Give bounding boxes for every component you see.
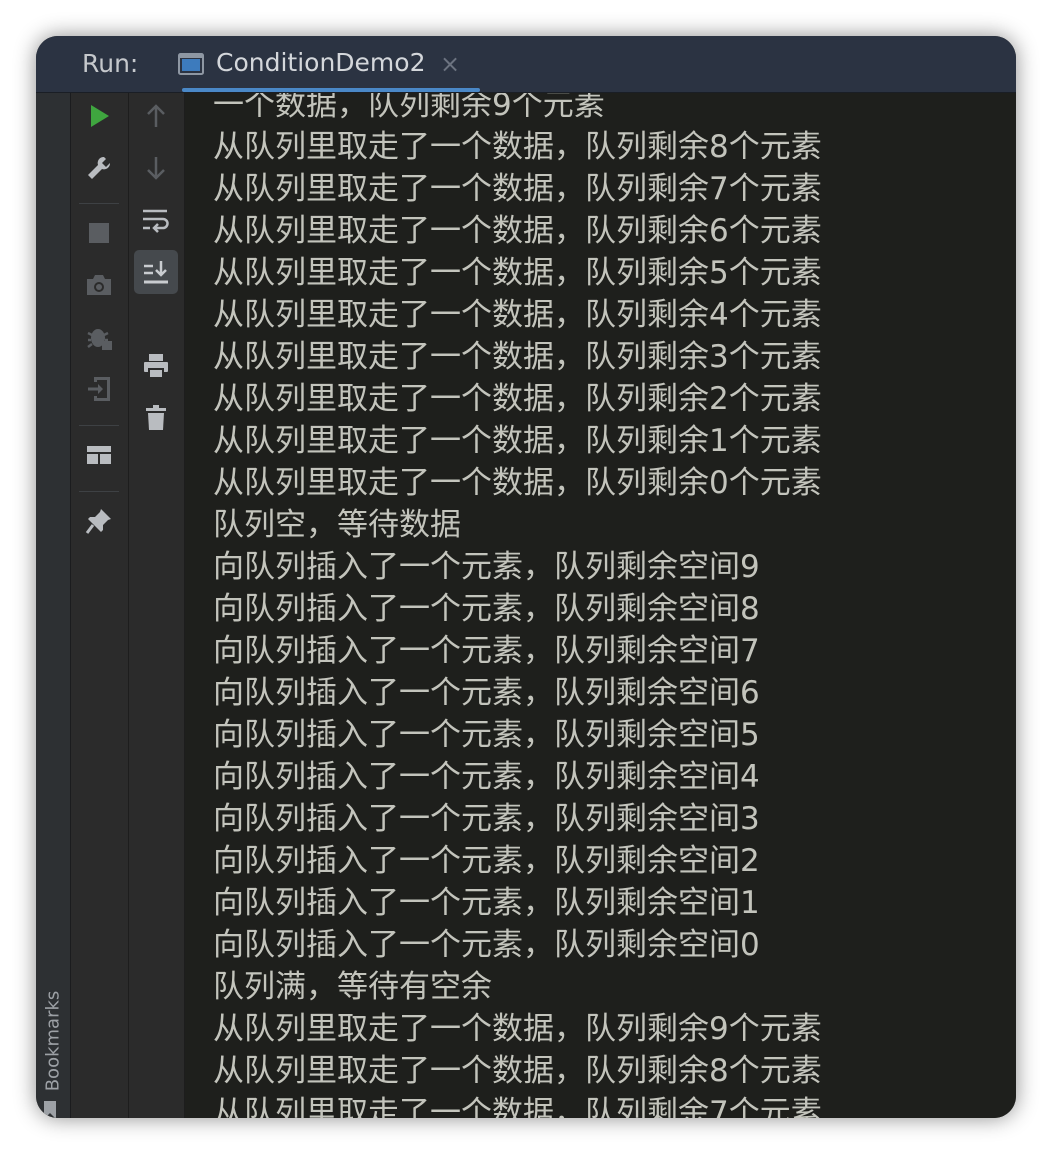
console-line: 一个数据，队列剩余9个元素 <box>213 93 605 123</box>
console-line: 向队列插入了一个元素，队列剩余空间2 <box>213 843 760 879</box>
layout-icon <box>87 446 111 464</box>
bookmarks-tool-button[interactable]: Bookmarks <box>38 966 68 1116</box>
console-line: 从队列里取走了一个数据，队列剩余2个元素 <box>213 381 822 417</box>
scroll-to-end-button[interactable] <box>134 250 178 294</box>
pin-icon <box>85 509 111 534</box>
console-line: 从队列里取走了一个数据，队列剩余8个元素 <box>213 129 822 165</box>
console-line: 向队列插入了一个元素，队列剩余空间8 <box>213 591 760 627</box>
toolbar-separator <box>79 425 119 426</box>
rerun-button[interactable] <box>79 96 119 136</box>
console-line: 向队列插入了一个元素，队列剩余空间1 <box>213 885 760 921</box>
console-line: 向队列插入了一个元素，队列剩余空间0 <box>213 927 760 963</box>
soft-wrap-button[interactable] <box>136 201 176 241</box>
restore-layout-button[interactable] <box>79 435 119 475</box>
scroll-to-end-icon <box>144 261 168 284</box>
stop-button[interactable] <box>79 213 119 253</box>
console-line: 向队列插入了一个元素，队列剩余空间7 <box>213 633 760 669</box>
console-tab-icon <box>178 53 204 75</box>
console-line: 从队列里取走了一个数据，队列剩余5个元素 <box>213 255 822 291</box>
debug-icon <box>87 329 112 350</box>
console-line: 从队列里取走了一个数据，队列剩余6个元素 <box>213 213 822 249</box>
console-line: 从队列里取走了一个数据，队列剩余0个元素 <box>213 465 822 501</box>
soft-wrap-icon <box>143 209 169 233</box>
console-line: 从队列里取走了一个数据，队列剩余7个元素 <box>213 1095 822 1118</box>
console-line: 向队列插入了一个元素，队列剩余空间4 <box>213 759 760 795</box>
console-line: 队列空，等待数据 <box>213 507 461 543</box>
camera-icon <box>87 275 111 295</box>
console-line: 向队列插入了一个元素，队列剩余空间5 <box>213 717 760 753</box>
console-line: 队列满，等待有空余 <box>213 969 492 1005</box>
console-line: 向队列插入了一个元素，队列剩余空间6 <box>213 675 760 711</box>
bookmarks-strip: Bookmarks <box>36 93 71 1118</box>
tab-title: ConditionDemo2 <box>216 48 426 77</box>
run-tool-header: Run: ConditionDemo2 × <box>36 36 1016 93</box>
tab-condition-demo2[interactable]: ConditionDemo2 × <box>178 36 480 92</box>
console-line: 从队列里取走了一个数据，队列剩余8个元素 <box>213 1053 822 1089</box>
edit-configuration-button[interactable] <box>79 148 119 188</box>
next-occurrence-button[interactable] <box>136 148 176 188</box>
print-button[interactable] <box>136 346 176 386</box>
console-line: 从队列里取走了一个数据，队列剩余7个元素 <box>213 171 822 207</box>
run-toolbar <box>71 93 129 1118</box>
arrow-up-icon <box>147 104 165 127</box>
wrench-icon <box>88 156 111 179</box>
pin-tab-button[interactable] <box>79 501 119 541</box>
clear-all-button[interactable] <box>136 398 176 438</box>
console-line: 从队列里取走了一个数据，队列剩余9个元素 <box>213 1011 822 1047</box>
console-line: 向队列插入了一个元素，队列剩余空间3 <box>213 801 760 837</box>
console-line: 向队列插入了一个元素，队列剩余空间9 <box>213 549 760 585</box>
console-toolbar <box>129 93 185 1118</box>
dump-threads-button[interactable] <box>79 265 119 305</box>
previous-occurrence-button[interactable] <box>136 96 176 136</box>
close-icon[interactable]: × <box>440 50 460 78</box>
trash-icon <box>146 405 166 430</box>
run-icon <box>91 105 109 127</box>
bookmark-icon <box>44 1101 56 1118</box>
arrow-down-icon <box>147 157 165 180</box>
console-lines: 一个数据，队列剩余9个元素 从队列里取走了一个数据，队列剩余8个元素 从队列里取走了… <box>213 93 822 1118</box>
console-line: 从队列里取走了一个数据，队列剩余3个元素 <box>213 339 822 375</box>
print-icon <box>144 354 168 379</box>
exit-icon <box>88 377 110 401</box>
run-label: Run: <box>82 49 139 78</box>
console-line: 从队列里取走了一个数据，队列剩余1个元素 <box>213 423 822 459</box>
active-tab-indicator <box>182 88 480 92</box>
console-output[interactable]: 一个数据，队列剩余9个元素 从队列里取走了一个数据，队列剩余8个元素 从队列里取走了… <box>185 93 1016 1118</box>
console-line: 从队列里取走了一个数据，队列剩余4个元素 <box>213 297 822 333</box>
toolbar-separator <box>79 491 119 492</box>
run-tool-window: Run: ConditionDemo2 × Bookmarks 一个数据，队列剩… <box>36 36 1016 1118</box>
toolbar-separator <box>79 203 119 204</box>
debug-button[interactable] <box>79 317 119 357</box>
stop-icon <box>89 223 109 243</box>
bookmarks-label: Bookmarks <box>42 990 64 1092</box>
exit-button[interactable] <box>79 369 119 409</box>
